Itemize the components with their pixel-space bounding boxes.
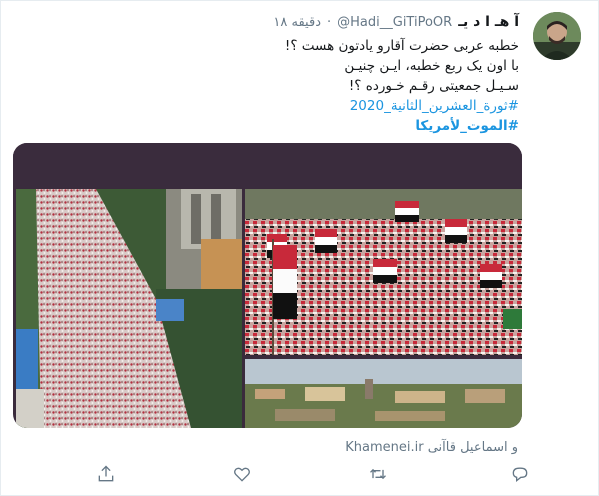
crowd-photo-aerial[interactable] <box>16 189 242 428</box>
tweet-actions <box>0 462 599 490</box>
hashtag-link[interactable]: #الموت_لأمريكا <box>29 116 519 136</box>
tweet-header: آ هـ ا د یـ @Hadi__GiTiPoOR · ۱۸ دقیقه <box>273 12 519 32</box>
reply-icon <box>512 467 528 483</box>
reply-button[interactable] <box>508 462 532 486</box>
like-button[interactable] <box>230 462 254 486</box>
tweet-text: خطبه عربی حضرت آقارو یادتون هست ؟! با او… <box>29 36 519 136</box>
hashtag-link[interactable]: #ثورة_العشرين_الثانية_2020 <box>29 96 519 116</box>
separator-dot: · <box>327 14 332 30</box>
tweet-line: با اون یک ربع خطبه، ایـن چنیـن <box>344 58 519 74</box>
heart-icon <box>234 467 250 482</box>
crowd-photo-flags[interactable] <box>245 189 522 355</box>
city-skyline-photo[interactable] <box>245 359 522 428</box>
display-name[interactable]: آ هـ ا د یـ <box>458 14 519 30</box>
tweet-line: خطبه عربی حضرت آقارو یادتون هست ؟! <box>284 38 519 54</box>
timestamp[interactable]: ۱۸ دقیقه <box>273 15 321 30</box>
retweet-button[interactable] <box>366 462 390 486</box>
retweet-icon <box>370 468 386 480</box>
tweet-line: سـیـل جمعیتی رقـم خـورده ؟! <box>348 78 519 94</box>
tweet-media[interactable] <box>13 143 522 428</box>
avatar[interactable] <box>533 12 581 60</box>
media-header-band <box>13 143 522 188</box>
share-icon <box>98 465 114 482</box>
user-handle[interactable]: @Hadi__GiTiPoOR <box>337 15 452 30</box>
share-button[interactable] <box>94 462 118 486</box>
media-source-text: و اسماعیل قاآنی Khamenei.ir <box>345 440 518 455</box>
